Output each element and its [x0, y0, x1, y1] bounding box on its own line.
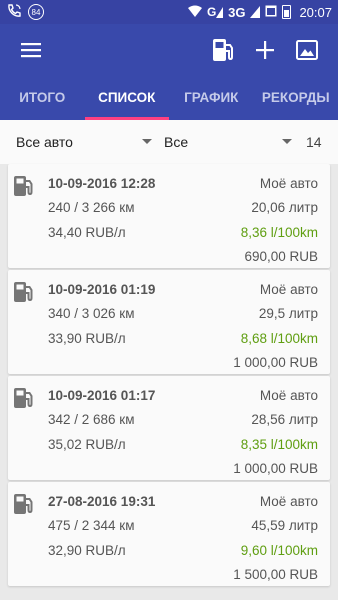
wifi-call-icon: [6, 3, 22, 22]
list-item[interactable]: 10-09-2016 01:19 340 / 3 026 км 33,90 RU…: [8, 270, 330, 374]
signal-g-icon: G: [207, 4, 224, 21]
wifi-icon: [188, 5, 203, 20]
filter-bar: Все авто Все 14: [0, 120, 338, 164]
tab-list[interactable]: СПИСОК: [84, 76, 170, 120]
clock: 20:07: [299, 4, 332, 20]
type-dropdown[interactable]: Все: [160, 120, 300, 164]
fuel-pump-icon: [12, 492, 36, 516]
entry-distance: 240 / 3 266 км: [48, 200, 135, 215]
type-dropdown-value: Все: [164, 134, 189, 150]
app-bar: ИТОГО СПИСОК ГРАФИК РЕКОРДЫ: [0, 24, 338, 120]
entry-distance: 342 / 2 686 км: [48, 412, 135, 427]
entry-car: Моё авто: [259, 282, 318, 297]
fuel-pump-icon: [12, 174, 36, 198]
hamburger-menu-icon[interactable]: [14, 33, 48, 67]
entry-price: 33,90 RUB/л: [48, 331, 126, 346]
entry-volume: 45,59 литр: [251, 518, 318, 533]
entry-distance: 475 / 2 344 км: [48, 518, 135, 533]
entries-count: 14: [306, 134, 322, 150]
entry-total: 1 500,00 RUB: [233, 567, 318, 582]
signal-strength-icon: [250, 4, 261, 21]
entry-date: 10-09-2016 01:17: [48, 388, 156, 403]
entry-date: 27-08-2016 19:31: [48, 494, 156, 509]
tab-bar: ИТОГО СПИСОК ГРАФИК РЕКОРДЫ: [0, 76, 338, 120]
list-item[interactable]: 10-09-2016 12:28 240 / 3 266 км 34,40 RU…: [8, 164, 330, 268]
entry-date: 10-09-2016 01:19: [48, 282, 156, 297]
entry-volume: 20,06 литр: [251, 200, 318, 215]
tab-summary[interactable]: ИТОГО: [0, 76, 85, 120]
dropdown-arrow-icon: [142, 139, 152, 144]
entry-car: Моё авто: [259, 176, 318, 191]
toolbar: [0, 24, 338, 76]
tab-records[interactable]: РЕКОРДЫ: [254, 76, 338, 120]
entry-total: 690,00 RUB: [244, 249, 318, 264]
vehicle-dropdown[interactable]: Все авто: [0, 120, 160, 164]
entry-total: 1 000,00 RUB: [233, 355, 318, 370]
calendar-icon: [265, 4, 277, 20]
entry-price: 32,90 RUB/л: [48, 543, 126, 558]
entry-volume: 28,56 литр: [251, 412, 318, 427]
notification-count-badge: 84: [28, 4, 44, 20]
fuel-pump-icon: [12, 280, 36, 304]
entry-consumption: 8,36 l/100km: [240, 225, 318, 240]
plus-icon[interactable]: [248, 33, 282, 67]
entry-car: Моё авто: [259, 494, 318, 509]
entry-price: 34,40 RUB/л: [48, 225, 126, 240]
entry-volume: 29,5 литр: [258, 306, 318, 321]
dropdown-arrow-icon: [282, 139, 292, 144]
entry-distance: 340 / 3 026 км: [48, 306, 135, 321]
image-icon[interactable]: [290, 33, 324, 67]
list-item[interactable]: 10-09-2016 01:17 342 / 2 686 км 35,02 RU…: [8, 376, 330, 480]
tab-chart[interactable]: ГРАФИК: [169, 76, 254, 120]
entry-consumption: 8,68 l/100km: [240, 331, 318, 346]
entry-consumption: 8,35 l/100km: [240, 437, 318, 452]
fuel-pump-icon[interactable]: [206, 33, 240, 67]
entry-consumption: 9,60 l/100km: [240, 543, 318, 558]
entry-car: Моё авто: [259, 388, 318, 403]
network-type: 3G: [228, 4, 246, 20]
battery-icon: [282, 5, 292, 19]
svg-text:G: G: [207, 5, 216, 18]
entry-price: 35,02 RUB/л: [48, 437, 126, 452]
fuel-pump-icon: [12, 386, 36, 410]
entry-total: 1 000,00 RUB: [233, 461, 318, 476]
list-item[interactable]: 27-08-2016 19:31 475 / 2 344 км 32,90 RU…: [8, 482, 330, 586]
status-bar: 84 G 3G 20:07: [0, 0, 338, 24]
vehicle-dropdown-value: Все авто: [16, 134, 73, 150]
entry-date: 10-09-2016 12:28: [48, 176, 156, 191]
